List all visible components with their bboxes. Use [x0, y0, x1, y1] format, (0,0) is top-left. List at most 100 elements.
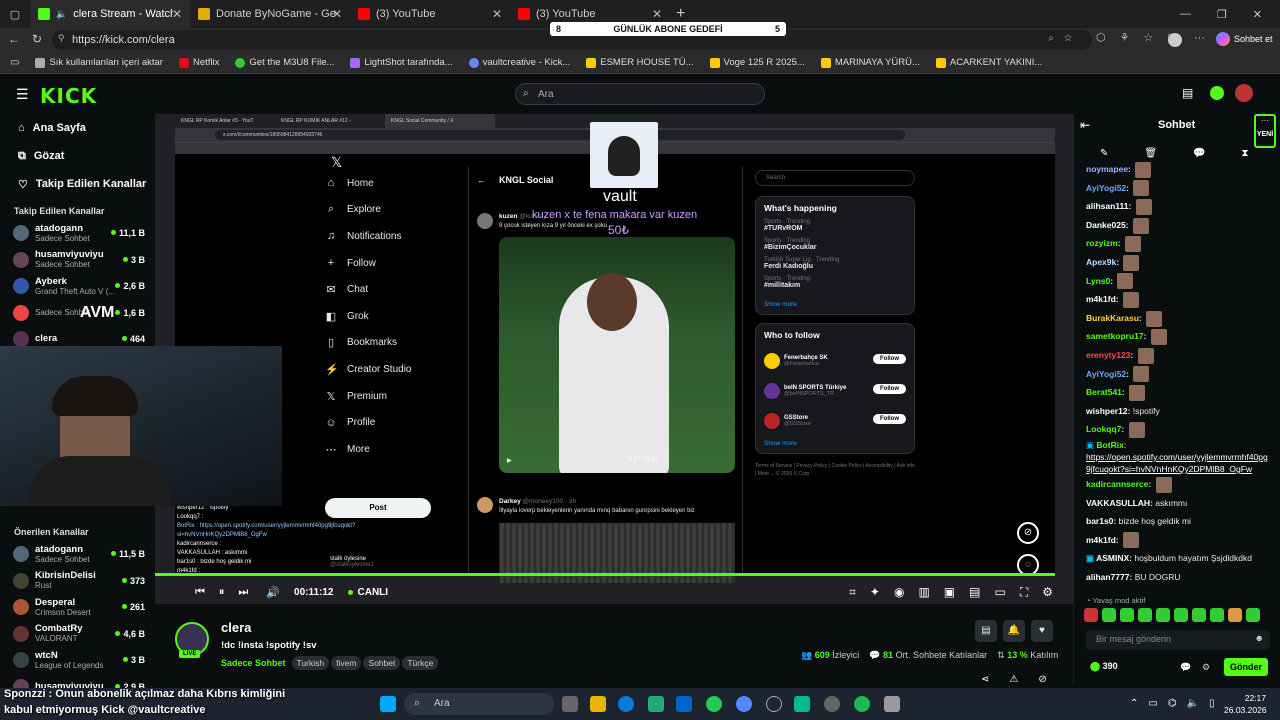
sidebar-channel[interactable]: Ayberk Grand Theft Auto V (... 2,6 B — [0, 273, 155, 300]
copilot-button[interactable]: Sohbet et — [1216, 32, 1273, 46]
bookmark-item[interactable]: Netflix — [171, 57, 227, 68]
chat-username[interactable]: Lyns0 — [1086, 276, 1110, 286]
kick-logo[interactable]: KICK — [40, 84, 97, 108]
stream-category[interactable]: Sadece Sohbet — [221, 658, 286, 668]
chat-username[interactable]: VAKKASULLAH — [1086, 498, 1150, 508]
bookmark-item[interactable]: Voge 125 R 2025... — [702, 57, 813, 68]
extension-icon[interactable]: ⬡ — [1096, 31, 1106, 44]
chat-username[interactable]: rozyizm — [1086, 238, 1118, 248]
chat-username[interactable]: alihan7777 — [1086, 572, 1129, 582]
hamburger-menu-icon[interactable]: ☰ — [16, 86, 29, 103]
quick-emote-icon[interactable] — [1156, 608, 1170, 622]
kick-points-icon[interactable] — [1210, 86, 1224, 100]
share-icon[interactable]: ⋖ — [981, 674, 989, 685]
bookmark-item[interactable]: LightShot tarafında... — [342, 57, 460, 68]
collapse-chat-icon[interactable]: ⇤ — [1080, 118, 1090, 132]
stream-tag[interactable]: Türkçe — [402, 656, 439, 670]
minimize-icon[interactable]: — — [1180, 8, 1191, 20]
windows-start-icon[interactable] — [380, 696, 396, 712]
mute-icon[interactable]: ⊘ — [1038, 674, 1046, 685]
chat-username[interactable]: m4k1fd — [1086, 535, 1116, 545]
chat-username[interactable]: ASMINX — [1096, 553, 1129, 563]
browser-tab[interactable]: (3) YouTube ✕ — [350, 0, 510, 28]
settings-icon[interactable] — [884, 696, 900, 712]
quick-emote-icon[interactable] — [1174, 608, 1188, 622]
nav-browse[interactable]: ⧉ Gözat — [0, 142, 155, 170]
site-info-icon[interactable]: ⚲ — [58, 33, 65, 44]
chat-username[interactable]: alihsan111 — [1086, 201, 1129, 211]
chat-bubble-icon[interactable]: 💬 — [1193, 148, 1205, 159]
app-icon[interactable] — [648, 696, 664, 712]
close-tab-icon[interactable]: ✕ — [172, 7, 182, 21]
close-tab-icon[interactable]: ✕ — [652, 7, 662, 21]
obs-icon[interactable] — [824, 696, 840, 712]
quick-emote-icon[interactable] — [1210, 608, 1224, 622]
stream-tag[interactable]: Turkish — [291, 656, 330, 670]
nav-following[interactable]: ♡ Takip Edilen Kanallar — [0, 170, 155, 198]
speed-icon[interactable]: ◉ — [894, 585, 904, 600]
quick-emote-icon[interactable] — [1102, 608, 1116, 622]
browser-tab[interactable]: 🔈 clera Stream - Watch Live on K✕ — [30, 0, 190, 28]
edge-icon[interactable] — [618, 696, 634, 712]
trash-icon[interactable]: 🗑 — [1144, 148, 1157, 159]
chat-username[interactable]: Danke025 — [1086, 220, 1126, 230]
settings-gear-icon[interactable]: ⚙ — [1042, 585, 1053, 600]
chat-username[interactable]: kadircannserce — [1086, 479, 1148, 489]
highlight-icon[interactable]: ✦ — [870, 585, 880, 600]
follow-heart-icon[interactable]: ♥ — [1031, 620, 1053, 642]
sidebar-channel[interactable]: CombatRy VALORANT 4,6 B — [0, 621, 155, 648]
battery-icon[interactable]: ▯ — [1209, 698, 1215, 709]
extension-icon[interactable]: ⚘ — [1120, 31, 1130, 44]
close-tab-icon[interactable]: ✕ — [332, 7, 342, 21]
chat-username[interactable]: Lookqq7 — [1086, 424, 1121, 434]
whatsapp-icon[interactable] — [706, 696, 722, 712]
bookmark-item[interactable]: ESMER HOUSE TÜ... — [578, 57, 701, 68]
pause-icon[interactable]: ⏸ — [219, 586, 225, 599]
gift-sub-icon[interactable]: ▤ — [975, 620, 997, 642]
live-label[interactable]: CANLI — [358, 587, 389, 598]
kick-points[interactable]: ⬤ 390 — [1090, 661, 1118, 672]
pip-icon[interactable]: ▣ — [944, 585, 955, 600]
quick-emote-icon[interactable] — [1192, 608, 1206, 622]
bookmark-item[interactable]: vaultcreative - Kick... — [461, 57, 579, 68]
quick-emote-icon[interactable] — [1120, 608, 1134, 622]
chat-link[interactable]: https://open.spotify.com/user/yyjlemmvrm… — [1086, 451, 1271, 475]
sidebar-channel[interactable]: atadogann Sadece Sohbet 11,1 B — [0, 220, 155, 247]
discord-icon[interactable] — [736, 696, 752, 712]
bookmark-item[interactable]: Sık kullanılanları içeri aktar — [27, 57, 171, 68]
send-button[interactable]: Gönder — [1224, 658, 1268, 676]
chat-username[interactable]: erenyty123 — [1086, 350, 1130, 360]
stats-icon[interactable]: ▥ — [918, 585, 929, 600]
chat-username[interactable]: AyiYogi52 — [1086, 369, 1126, 379]
channel-name[interactable]: clera — [221, 620, 251, 635]
network-icon[interactable]: ⌬ — [1168, 698, 1177, 709]
sidebar-channel[interactable]: atadogann Sadece Sohbet 11,5 B — [0, 541, 155, 568]
spotify-icon[interactable] — [854, 696, 870, 712]
chat-bubble-icon[interactable]: 💬 — [1180, 662, 1191, 673]
chat-username[interactable]: wishper12 — [1086, 406, 1128, 416]
bookmark-item[interactable]: Get the M3U8 File... — [227, 57, 342, 68]
more-menu-icon[interactable]: ··· — [1194, 32, 1205, 44]
chat-username[interactable]: Apex9k — [1086, 257, 1116, 267]
taskbar-search[interactable]: ⌕ Ara — [404, 693, 554, 715]
close-tab-icon[interactable]: ✕ — [492, 7, 502, 21]
quick-emote-icon[interactable] — [1084, 608, 1098, 622]
hourglass-icon[interactable]: ⧗ — [1242, 148, 1249, 159]
fullscreen-icon[interactable]: ⛶ — [1020, 585, 1028, 600]
steam-icon[interactable] — [766, 696, 782, 712]
bookmark-item[interactable]: MARINAYA YÜRÜ... — [813, 57, 928, 68]
stream-video[interactable]: KNGL RP Komik Anlar #3 - YouT KNGL RP KO… — [155, 114, 1073, 604]
chat-username[interactable]: bar1s0 — [1086, 516, 1113, 526]
clock[interactable]: 22:17 26.03.2026 — [1224, 692, 1267, 716]
inbox-icon[interactable]: ▤ — [1182, 86, 1193, 100]
chat-username[interactable]: sametkopru17 — [1086, 331, 1144, 341]
window-menu-icon[interactable]: ▢ — [0, 0, 30, 28]
user-avatar[interactable] — [1235, 84, 1253, 102]
tray-chevron-icon[interactable]: ⌃ — [1130, 698, 1138, 709]
chat-username[interactable]: m4k1fd — [1086, 294, 1116, 304]
file-explorer-icon[interactable] — [590, 696, 606, 712]
tray-icon[interactable]: ▭ — [1148, 698, 1157, 709]
chat-username[interactable]: noymapee — [1086, 164, 1128, 174]
task-view-icon[interactable] — [562, 696, 578, 712]
quick-emote-icon[interactable] — [1228, 608, 1242, 622]
